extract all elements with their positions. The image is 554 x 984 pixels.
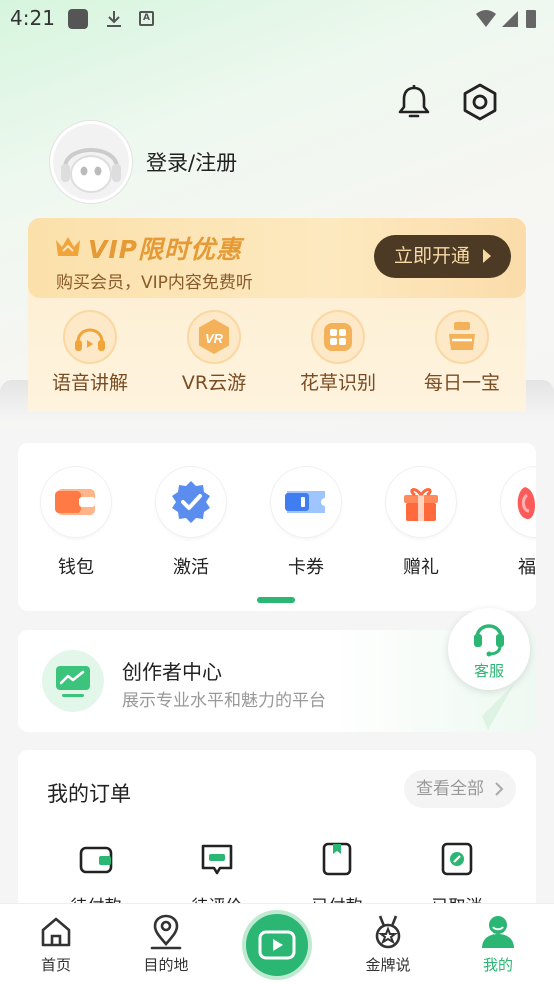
vip-feature-label: 每日一宝: [423, 372, 500, 394]
cancel-icon: [438, 840, 476, 878]
center-play-button[interactable]: [242, 910, 312, 980]
vip-feature-label: VR云游: [181, 372, 247, 394]
play-logo-icon: [258, 930, 296, 960]
vip-open-button[interactable]: 立即开通: [374, 235, 511, 278]
crown-icon: [54, 234, 82, 260]
vip-feature-flower[interactable]: 花草识别: [276, 310, 400, 395]
signal-icons: [474, 8, 544, 34]
creator-title: 创作者中心: [122, 660, 222, 684]
nav-label: 目的地: [143, 956, 189, 974]
app-notification-icon: [68, 9, 88, 29]
nav-mine[interactable]: 我的: [458, 914, 538, 975]
user-icon: [480, 914, 516, 950]
wallet-icon: [41, 467, 111, 537]
nav-label: 首页: [40, 956, 71, 974]
quick-item-label: 卡券: [288, 557, 324, 578]
vip-features: 语音讲解 VR VR云游 花草识别 每日一宝: [28, 310, 526, 400]
vip-feature-label: 花草识别: [299, 372, 376, 394]
status-time: 4:21: [10, 6, 55, 30]
vr-icon: VR: [187, 310, 241, 364]
notification-bell-icon[interactable]: [397, 84, 431, 120]
nav-label: 我的: [482, 956, 513, 974]
vip-feature-label: 语音讲解: [51, 372, 128, 394]
download-icon: [104, 9, 124, 29]
vip-open-button-label: 立即开通: [394, 245, 471, 267]
quick-item-coupon[interactable]: 卡券: [261, 467, 351, 579]
wallet-outline-icon: [77, 840, 115, 878]
quick-item-label: 赠礼: [403, 557, 439, 578]
view-all-label: 查看全部: [416, 779, 484, 799]
welfare-icon: [501, 467, 536, 537]
gift-icon: [386, 467, 456, 537]
scroll-indicator: [257, 597, 295, 603]
svg-text:VR: VR: [205, 331, 224, 346]
status-bar: 4:21 A: [0, 0, 554, 38]
quick-item-activate[interactable]: 激活: [146, 467, 236, 579]
nav-medal[interactable]: 金牌说: [348, 914, 428, 975]
comment-icon: [198, 840, 236, 878]
activate-badge-icon: [156, 467, 226, 537]
coupon-icon: [271, 467, 341, 537]
login-register-link[interactable]: 登录/注册: [146, 147, 237, 177]
vip-feature-treasure[interactable]: 每日一宝: [400, 310, 524, 395]
bookmark-icon: [318, 840, 356, 878]
nav-label: 金牌说: [365, 956, 411, 974]
view-all-orders-button[interactable]: 查看全部: [404, 770, 516, 808]
quick-item-label: 激活: [173, 557, 209, 578]
vip-card: VIP限时优惠 购买会员，VIP内容免费听 立即开通 语音讲解 VR VR云游 …: [28, 218, 526, 412]
vip-title: VIP限时优惠: [88, 235, 242, 264]
orders-title: 我的订单: [47, 782, 131, 806]
headset-icon: [474, 624, 504, 657]
keyboard-icon: A: [139, 11, 154, 26]
chart-screen-icon: [42, 650, 104, 712]
vip-subtitle: 购买会员，VIP内容免费听: [56, 273, 253, 293]
customer-service-label: 客服: [473, 662, 504, 680]
quick-item-welfare[interactable]: 福利: [491, 467, 536, 579]
quick-item-label: 福利: [518, 557, 536, 578]
vip-banner[interactable]: VIP限时优惠 购买会员，VIP内容免费听 立即开通: [28, 218, 526, 298]
vip-feature-voice[interactable]: 语音讲解: [28, 310, 152, 395]
avatar[interactable]: [50, 121, 132, 203]
creator-subtitle: 展示专业水平和魅力的平台: [122, 691, 326, 711]
quick-item-label: 钱包: [58, 557, 94, 578]
play-arrow-icon: [483, 249, 491, 263]
treasure-icon: [435, 310, 489, 364]
customer-service-button[interactable]: 客服: [448, 608, 530, 690]
quick-actions-card: 钱包 激活 卡券 赠礼 福: [18, 443, 536, 611]
home-icon: [38, 914, 74, 950]
location-icon: [148, 914, 184, 950]
headphones-icon: [63, 310, 117, 364]
quick-item-gift[interactable]: 赠礼: [376, 467, 466, 579]
flower-grid-icon: [311, 310, 365, 364]
chevron-right-icon: [495, 782, 504, 796]
vip-feature-vr[interactable]: VR VR云游: [152, 310, 276, 395]
settings-icon[interactable]: [461, 83, 499, 121]
nav-home[interactable]: 首页: [16, 914, 96, 975]
quick-item-wallet[interactable]: 钱包: [31, 467, 121, 579]
medal-icon: [370, 914, 406, 950]
nav-destination[interactable]: 目的地: [126, 914, 206, 975]
